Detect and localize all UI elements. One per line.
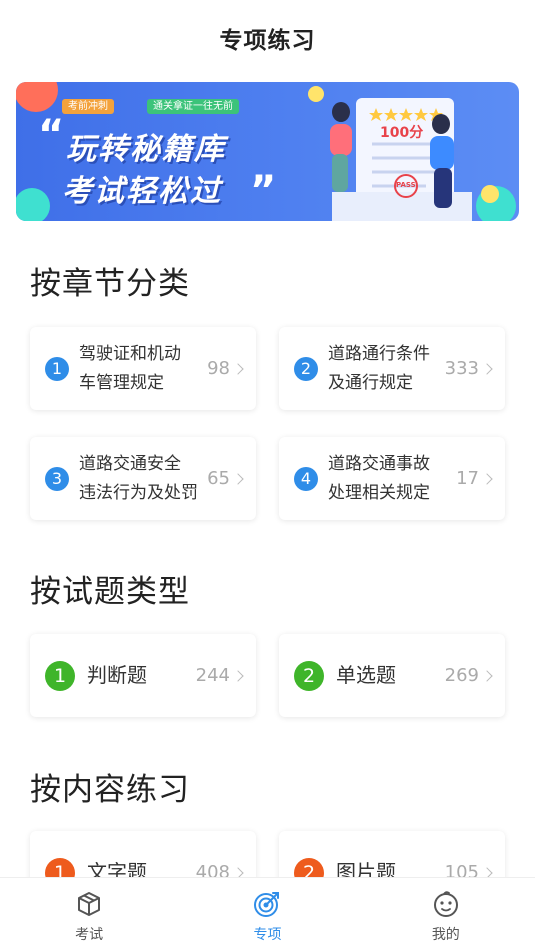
page-header: 专项练习: [0, 0, 535, 76]
chapter-card-4[interactable]: 4 道路交通事故 处理相关规定 17: [279, 437, 505, 520]
chapter-label-line1: 驾驶证和机动: [79, 343, 181, 364]
chapter-label-line1: 道路通行条件: [328, 343, 430, 364]
section-title-chapter: 按章节分类: [30, 266, 190, 302]
banner-headline-1: 玩转秘籍库: [66, 132, 226, 167]
chapter-card-3[interactable]: 3 道路交通安全 违法行为及处罚 65: [30, 437, 256, 520]
banner-tag-sprint: 考前冲刺: [62, 99, 114, 114]
page-title: 专项练习: [219, 28, 316, 54]
chapter-label: 道路交通安全 违法行为及处罚: [79, 450, 198, 508]
chapter-label-line1: 道路交通安全: [79, 453, 181, 474]
chevron-right-icon: [481, 669, 493, 682]
chevron-right-icon: [232, 866, 244, 877]
chapter-label-line2: 违法行为及处罚: [79, 482, 198, 503]
chevron-right-icon: [481, 472, 493, 485]
banner-pass-stamp: PASS: [396, 181, 416, 189]
chapter-card-1[interactable]: 1 驾驶证和机动 车管理规定 98: [30, 327, 256, 410]
chapter-card-2[interactable]: 2 道路通行条件 及通行规定 333: [279, 327, 505, 410]
type-index-badge: 1: [45, 660, 75, 691]
type-index-badge: 2: [294, 660, 324, 691]
question-count: 269: [444, 665, 479, 686]
content-index-badge: 1: [45, 857, 75, 877]
question-count: 65: [207, 468, 230, 489]
chapter-index-badge: 3: [45, 466, 69, 491]
type-label: 判断题: [87, 663, 147, 687]
question-count: 17: [456, 468, 479, 489]
chapter-label-line2: 处理相关规定: [328, 482, 430, 503]
chapter-index-badge: 2: [294, 356, 318, 381]
tab-mine[interactable]: 我的: [357, 878, 535, 951]
question-count: 408: [195, 862, 230, 877]
chapter-index-badge: 1: [45, 356, 69, 381]
tab-label: 考试: [75, 927, 104, 943]
question-count: 333: [444, 358, 479, 379]
banner-headline-2: 考试轻松过: [62, 174, 222, 209]
chevron-right-icon: [232, 472, 244, 485]
chapter-index-badge: 4: [294, 466, 318, 491]
chapter-label-line2: 车管理规定: [79, 372, 164, 393]
banner-quote-close: ”: [250, 168, 277, 214]
content-card-text[interactable]: 1 文字题 408: [30, 831, 256, 877]
tab-label: 专项: [253, 927, 282, 943]
type-card-judge[interactable]: 1 判断题 244: [30, 634, 256, 717]
banner-score: 100分: [380, 125, 424, 141]
tab-exam[interactable]: 考试: [0, 878, 178, 951]
content-label: 文字题: [87, 860, 147, 877]
question-count: 98: [207, 358, 230, 379]
chapter-label: 驾驶证和机动 车管理规定: [79, 340, 181, 398]
chapter-label-line2: 及通行规定: [328, 372, 413, 393]
exam-box-icon: [78, 892, 101, 916]
target-icon: [254, 892, 280, 917]
bottom-tab-bar: 考试 专项 我的: [0, 877, 535, 951]
section-title-content: 按内容练习: [30, 772, 190, 808]
chevron-right-icon: [232, 669, 244, 682]
question-count: 105: [444, 862, 479, 877]
chevron-right-icon: [481, 866, 493, 877]
tab-label: 我的: [431, 927, 460, 943]
question-count: 244: [195, 665, 230, 686]
banner-quote-open: “: [38, 112, 65, 158]
chapter-label-line1: 道路交通事故: [328, 453, 430, 474]
promo-banner[interactable]: 考前冲刺 通关拿证一往无前 “ 玩转秘籍库 考试轻松过 ” 100分 PASS: [16, 82, 519, 221]
face-icon: [433, 891, 458, 917]
main-scroll[interactable]: 考前冲刺 通关拿证一往无前 “ 玩转秘籍库 考试轻松过 ” 100分 PASS …: [0, 76, 535, 877]
section-title-type: 按试题类型: [30, 574, 190, 610]
content-index-badge: 2: [294, 857, 324, 877]
banner-tag-pass: 通关拿证一往无前: [147, 99, 239, 114]
chapter-label: 道路通行条件 及通行规定: [328, 340, 430, 398]
content-card-image[interactable]: 2 图片题 105: [279, 831, 505, 877]
content-label: 图片题: [336, 860, 396, 877]
tab-special[interactable]: 专项: [178, 878, 356, 951]
type-label: 单选题: [336, 663, 396, 687]
type-card-single[interactable]: 2 单选题 269: [279, 634, 505, 717]
chevron-right-icon: [481, 362, 493, 375]
chapter-label: 道路交通事故 处理相关规定: [328, 450, 430, 508]
chevron-right-icon: [232, 362, 244, 375]
